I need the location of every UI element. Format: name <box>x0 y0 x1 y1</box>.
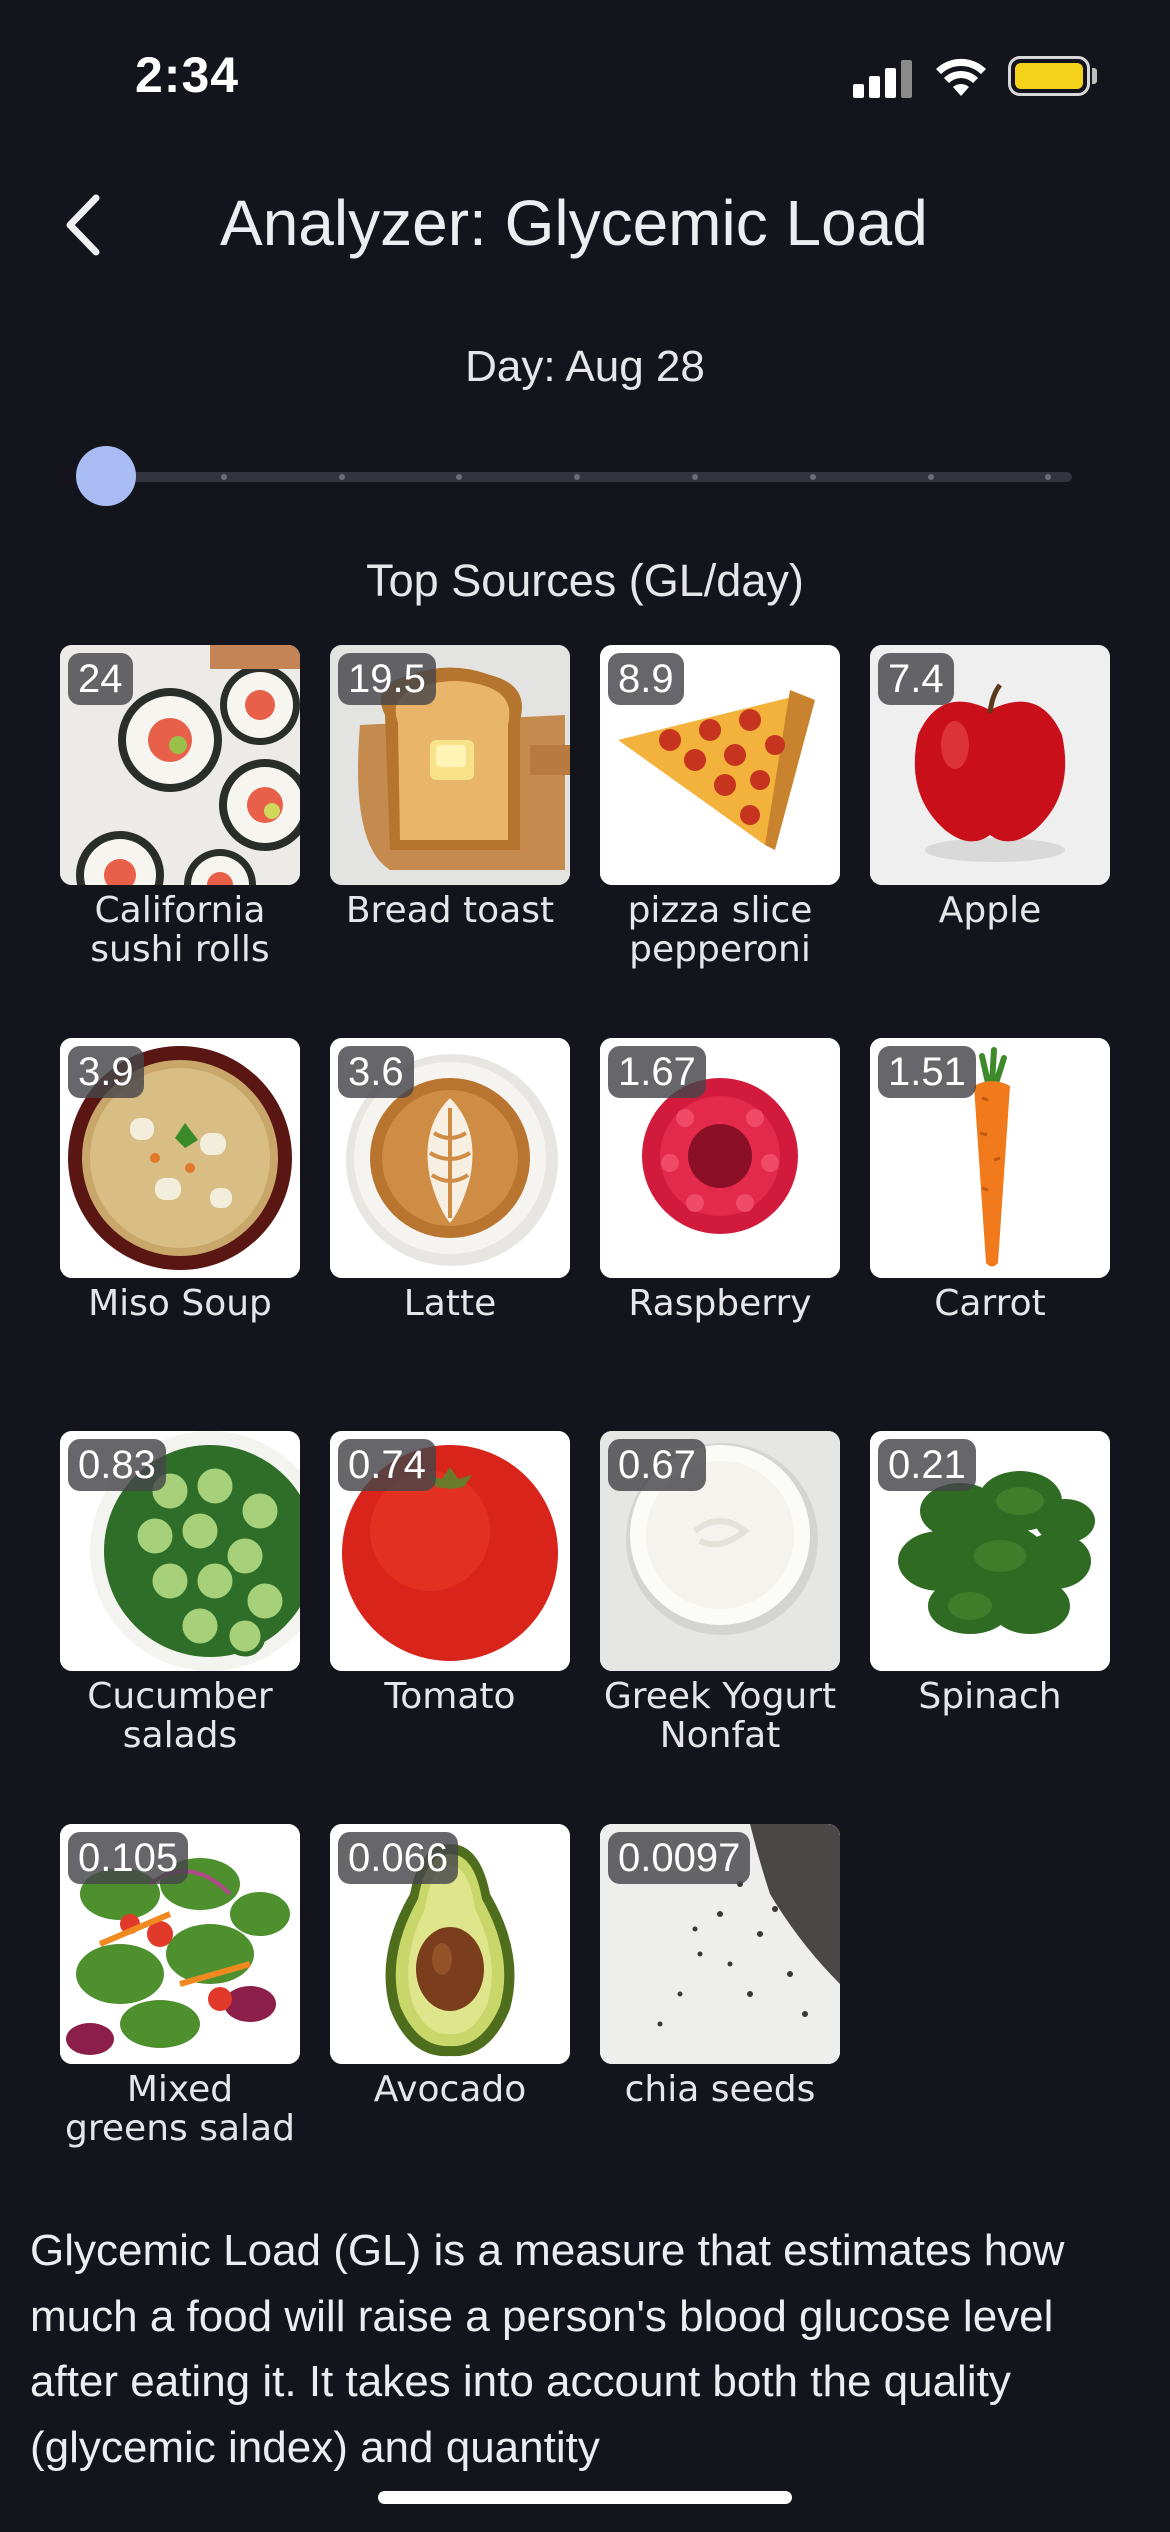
page-title: Analyzer: Glycemic Load <box>220 187 928 259</box>
slider-thumb[interactable] <box>76 446 136 506</box>
slider-tick <box>338 474 345 480</box>
gl-value-badge: 0.066 <box>338 1832 459 1884</box>
food-image: 0.066 <box>330 1824 570 2064</box>
slider-tick <box>927 474 934 480</box>
food-name: Avocado <box>373 2069 527 2110</box>
food-item[interactable]: 0.74 Tomato <box>330 1431 570 1824</box>
gl-value-badge: 24 <box>68 653 133 705</box>
food-name: Raspberry <box>628 1283 812 1324</box>
food-image: 24 <box>60 645 300 885</box>
day-label: Day: Aug 28 <box>465 342 705 391</box>
slider-tick <box>809 474 816 480</box>
food-item[interactable]: 3.6 Latte <box>330 1038 570 1431</box>
food-item[interactable]: 3.9 Miso Soup <box>60 1038 300 1431</box>
slider-tick <box>692 474 699 480</box>
food-name: Spinach <box>918 1676 1062 1717</box>
food-image: 0.67 <box>600 1431 840 1671</box>
food-item[interactable]: 0.67 Greek Yogurt Nonfat <box>600 1431 840 1824</box>
food-name: Mixed greens salad <box>65 2069 295 2149</box>
cellular-signal-icon <box>853 58 913 98</box>
food-item[interactable]: 0.066 Avocado <box>330 1824 570 2217</box>
back-button[interactable] <box>52 180 122 270</box>
food-image: 3.9 <box>60 1038 300 1278</box>
food-name: chia seeds <box>624 2069 816 2110</box>
gl-value-badge: 0.21 <box>878 1439 976 1491</box>
food-image: 0.0097 <box>600 1824 840 2064</box>
gl-value-badge: 3.6 <box>338 1046 414 1098</box>
gl-value-badge: 0.74 <box>338 1439 436 1491</box>
food-item[interactable]: 24 California sushi rolls <box>60 645 300 1038</box>
food-name: California sushi rolls <box>90 890 270 970</box>
food-image: 7.4 <box>870 645 1110 885</box>
food-image: 3.6 <box>330 1038 570 1278</box>
food-item[interactable]: 0.0097 chia seeds <box>600 1824 840 2217</box>
food-name: Latte <box>403 1283 497 1324</box>
screen: 2:34 Analyzer: Glycemic Load Day: Aug 28… <box>0 0 1170 2532</box>
gl-value-badge: 0.67 <box>608 1439 706 1491</box>
gl-value-badge: 0.83 <box>68 1439 166 1491</box>
food-name: Greek Yogurt Nonfat <box>603 1676 837 1756</box>
food-name: Apple <box>938 890 1042 931</box>
chevron-left-icon <box>66 194 100 256</box>
gl-value-badge: 1.51 <box>878 1046 976 1098</box>
gl-value-badge: 0.0097 <box>608 1832 751 1884</box>
section-title: Top Sources (GL/day) <box>366 555 804 606</box>
food-grid: 24 California sushi rolls 19.5 Bread toa… <box>60 645 1110 2217</box>
food-item[interactable]: 0.83 Cucumber salads <box>60 1431 300 1824</box>
gl-value-badge: 19.5 <box>338 653 436 705</box>
food-name: Cucumber salads <box>87 1676 273 1756</box>
battery-icon <box>1008 56 1090 96</box>
gl-value-badge: 3.9 <box>68 1046 144 1098</box>
food-image: 19.5 <box>330 645 570 885</box>
food-image: 1.51 <box>870 1038 1110 1278</box>
food-name: Bread toast <box>345 890 555 931</box>
home-indicator[interactable] <box>378 2491 792 2504</box>
food-item[interactable]: 7.4 Apple <box>870 645 1110 1038</box>
gl-value-badge: 1.67 <box>608 1046 706 1098</box>
food-image: 0.105 <box>60 1824 300 2064</box>
battery-tip <box>1092 68 1097 84</box>
food-item[interactable]: 8.9 pizza slice pepperoni <box>600 645 840 1038</box>
food-image: 0.21 <box>870 1431 1110 1671</box>
gl-value-badge: 8.9 <box>608 653 684 705</box>
food-name: Tomato <box>384 1676 516 1717</box>
status-time: 2:34 <box>135 47 240 103</box>
food-item[interactable]: 0.21 Spinach <box>870 1431 1110 1824</box>
food-name: Miso Soup <box>88 1283 272 1324</box>
food-name: pizza slice pepperoni <box>627 890 813 970</box>
gl-value-badge: 7.4 <box>878 653 954 705</box>
food-item[interactable]: 1.51 Carrot <box>870 1038 1110 1431</box>
food-image: 1.67 <box>600 1038 840 1278</box>
wifi-icon <box>936 58 986 96</box>
food-image: 0.83 <box>60 1431 300 1671</box>
food-item[interactable]: 19.5 Bread toast <box>330 645 570 1038</box>
glycemic-load-description: Glycemic Load (GL) is a measure that est… <box>30 2226 1065 2472</box>
slider-tick <box>220 474 227 480</box>
food-image: 0.74 <box>330 1431 570 1671</box>
status-bar: 2:34 <box>0 0 1170 150</box>
gl-value-badge: 0.105 <box>68 1832 189 1884</box>
day-slider[interactable] <box>76 446 1072 506</box>
food-image: 8.9 <box>600 645 840 885</box>
food-name: Carrot <box>934 1283 1046 1324</box>
food-item[interactable]: 1.67 Raspberry <box>600 1038 840 1431</box>
food-item[interactable]: 0.105 Mixed greens salad <box>60 1824 300 2217</box>
